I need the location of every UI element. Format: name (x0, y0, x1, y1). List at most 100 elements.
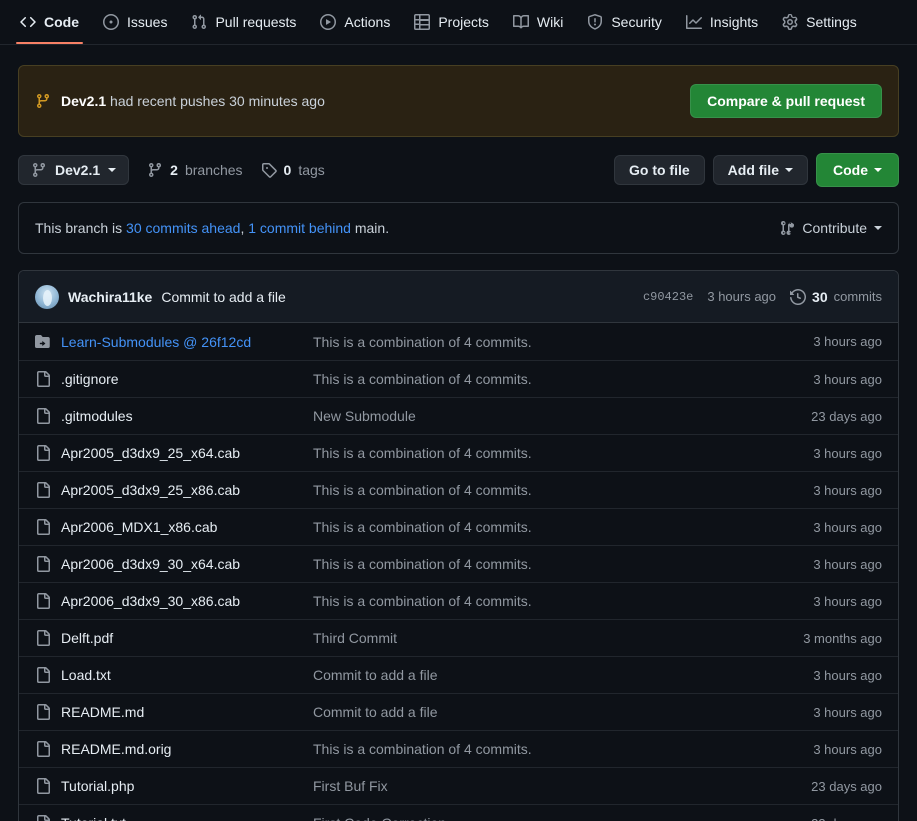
contribute-button[interactable]: Contribute (779, 220, 882, 236)
table-row[interactable]: Apr2006_d3dx9_30_x64.cab This is a combin… (19, 545, 898, 582)
file-name[interactable]: Apr2005_d3dx9_25_x86.cab (61, 482, 313, 498)
file-commit-message[interactable]: First Code Correction (313, 815, 811, 821)
file-commit-message[interactable]: This is a combination of 4 commits. (313, 741, 813, 757)
chevron-down-icon (108, 168, 117, 172)
branches-label: branches (184, 162, 243, 178)
tab-code[interactable]: Code (8, 0, 91, 44)
file-commit-time: 3 hours ago (813, 334, 882, 349)
tab-projects[interactable]: Projects (402, 0, 501, 44)
table-row[interactable]: README.md Commit to add a file 3 hours ago (19, 693, 898, 730)
file-name[interactable]: Apr2006_d3dx9_30_x64.cab (61, 556, 313, 572)
file-commit-time: 3 hours ago (813, 482, 882, 498)
tab-settings[interactable]: Settings (770, 0, 869, 44)
file-commit-message[interactable]: This is a combination of 4 commits. (313, 593, 813, 609)
file-name[interactable]: Apr2006_MDX1_x86.cab (61, 519, 313, 535)
file-name[interactable]: .gitmodules (61, 408, 313, 424)
file-commit-message[interactable]: Third Commit (313, 630, 803, 646)
file-icon (35, 445, 51, 461)
file-name[interactable]: README.md.orig (61, 741, 313, 757)
book-icon (512, 14, 529, 30)
file-commit-message[interactable]: This is a combination of 4 commits. (313, 334, 813, 350)
file-commit-time: 3 hours ago (813, 741, 882, 757)
file-icon (35, 815, 51, 821)
tab-issues[interactable]: Issues (91, 0, 179, 44)
table-row[interactable]: Apr2006_d3dx9_30_x86.cab This is a combin… (19, 582, 898, 619)
file-commit-message[interactable]: This is a combination of 4 commits. (313, 482, 813, 498)
file-commit-message[interactable]: Commit to add a file (313, 704, 813, 720)
commits-count: 30 (812, 288, 828, 305)
file-name[interactable]: Learn-Submodules @ 26f12cd (61, 334, 313, 350)
file-commit-message[interactable]: First Buf Fix (313, 778, 811, 794)
file-commit-time: 3 hours ago (813, 667, 882, 683)
file-name[interactable]: Tutorial.php (61, 778, 313, 794)
table-row[interactable]: Delft.pdf Third Commit 3 months ago (19, 619, 898, 656)
tab-insights[interactable]: Insights (674, 0, 770, 44)
file-commit-time: 3 hours ago (813, 519, 882, 535)
branch-selector[interactable]: Dev2.1 (18, 155, 130, 185)
code-button[interactable]: Code (816, 153, 899, 187)
branch-toolbar: Dev2.1 2 branches 0 tags Go to file Add … (18, 153, 899, 187)
commit-hash[interactable]: c90423e (643, 290, 693, 304)
file-name[interactable]: Delft.pdf (61, 630, 313, 646)
tab-issues-label: Issues (127, 14, 168, 30)
file-commit-time: 23 days ago (811, 778, 882, 794)
tab-pull-requests[interactable]: Pull requests (179, 0, 308, 44)
file-commit-message[interactable]: This is a combination of 4 commits. (313, 556, 813, 572)
table-row[interactable]: .gitignore This is a combination of 4 com… (19, 360, 898, 397)
file-icon (35, 371, 51, 387)
file-commit-time: 3 hours ago (813, 704, 882, 720)
commit-history-link[interactable]: 30 commits (790, 289, 882, 305)
table-row[interactable]: Apr2006_MDX1_x86.cab This is a combinatio… (19, 508, 898, 545)
commit-author[interactable]: Wachira11ke (68, 289, 152, 305)
submodule-icon (35, 334, 51, 350)
chevron-down-icon (874, 226, 882, 230)
file-commit-message[interactable]: This is a combination of 4 commits. (313, 445, 813, 461)
table-row[interactable]: README.md.orig This is a combination of 4… (19, 730, 898, 767)
tags-label: tags (298, 162, 325, 178)
latest-commit-info: Wachira11ke Commit to add a file (35, 284, 286, 309)
table-row[interactable]: Learn-Submodules @ 26f12cd This is a comb… (19, 323, 898, 360)
chevron-down-icon (874, 168, 882, 172)
file-name[interactable]: .gitignore (61, 371, 313, 387)
table-row[interactable]: Tutorial.txtFirst Code Correction23 days… (19, 804, 898, 821)
file-name[interactable]: Tutorial.txt (61, 815, 313, 821)
tab-actions[interactable]: Actions (308, 0, 402, 44)
issue-opened-icon (103, 14, 119, 30)
repo-nav-tabs: Code Issues Pull requests Actions Projec… (0, 0, 917, 45)
table-row[interactable]: .gitmodules New Submodule 23 days ago (19, 397, 898, 434)
go-to-file-button[interactable]: Go to file (613, 155, 705, 185)
git-branch-icon (147, 162, 163, 178)
file-commit-message[interactable]: Commit to add a file (313, 667, 813, 683)
file-rows: Learn-Submodules @ 26f12cd This is a comb… (19, 323, 898, 821)
table-row[interactable]: Apr2005_d3dx9_25_x86.cab This is a combin… (19, 471, 898, 508)
tags-link[interactable]: 0 tags (261, 162, 325, 178)
file-commit-message[interactable]: This is a combination of 4 commits. (313, 519, 813, 535)
file-name[interactable]: Load.txt (61, 667, 313, 683)
file-commit-message[interactable]: This is a combination of 4 commits. (313, 371, 813, 387)
table-row[interactable]: Apr2005_d3dx9_25_x64.cab This is a combin… (19, 434, 898, 471)
latest-commit-meta: c90423e 3 hours ago 30 commits (643, 289, 882, 305)
table-row[interactable]: Load.txt Commit to add a file 3 hours ago (19, 656, 898, 693)
table-row[interactable]: Tutorial.php First Buf Fix 23 days ago (19, 767, 898, 804)
file-name[interactable]: Apr2005_d3dx9_25_x64.cab (61, 445, 313, 461)
tab-actions-label: Actions (344, 14, 391, 30)
tab-wiki[interactable]: Wiki (501, 0, 575, 44)
tab-projects-label: Projects (438, 14, 489, 30)
commits-behind-link[interactable]: 1 commit behind (248, 220, 351, 236)
file-name[interactable]: README.md (61, 704, 313, 720)
commits-ahead-link[interactable]: 30 commits ahead (126, 220, 240, 236)
branches-link[interactable]: 2 branches (147, 162, 243, 178)
file-name[interactable]: Apr2006_d3dx9_30_x86.cab (61, 593, 313, 609)
compare-pull-request-button[interactable]: Compare & pull request (690, 84, 882, 118)
tags-count: 0 (283, 162, 292, 178)
latest-commit-header: Wachira11ke Commit to add a file c90423e… (19, 271, 898, 323)
branches-count: 2 (170, 162, 178, 178)
file-commit-message[interactable]: New Submodule (313, 408, 811, 424)
file-icon (35, 741, 51, 757)
tab-wiki-label: Wiki (536, 14, 564, 30)
commit-message[interactable]: Commit to add a file (161, 289, 286, 305)
add-file-button[interactable]: Add file (712, 155, 808, 185)
tab-security[interactable]: Security (575, 0, 674, 44)
file-commit-time: 3 months ago (803, 630, 882, 646)
file-icon (35, 778, 51, 794)
